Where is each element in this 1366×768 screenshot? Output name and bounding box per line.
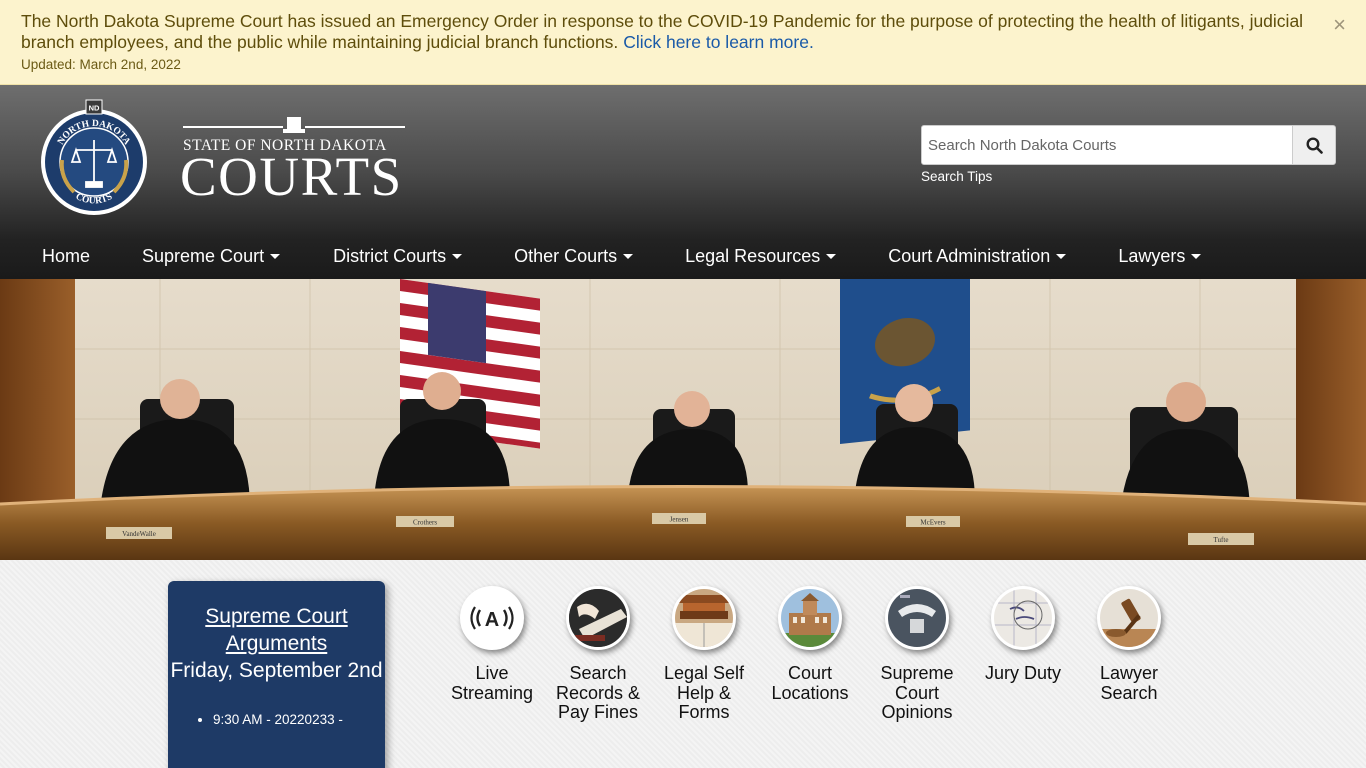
nav-label: Home (42, 245, 91, 266)
arguments-title-link[interactable]: Supreme Court Arguments (168, 603, 385, 657)
nameplate: VandeWalle (122, 530, 156, 538)
quick-link-label: Lawyer Search (1099, 663, 1159, 703)
home-content: Supreme Court Arguments Friday, Septembe… (0, 560, 1366, 768)
supreme-court-arguments-card: Supreme Court Arguments Friday, Septembe… (168, 581, 385, 768)
caret-down-icon (270, 253, 281, 259)
court-seal-logo[interactable]: ND NORTH DAKOTA COURTS (40, 98, 150, 218)
quick-link-label: Court Locations (771, 663, 849, 703)
records-icon (566, 586, 630, 650)
quick-link-jury-duty[interactable]: Jury Duty (973, 586, 1073, 684)
wordmark-courts: COURTS (180, 146, 403, 207)
arguments-date: Friday, September 2nd (170, 659, 383, 682)
nav-label: District Courts (333, 245, 447, 266)
alert-message: The North Dakota Supreme Court has issue… (21, 11, 1306, 53)
capitol-icon (183, 117, 405, 133)
alert-learn-more-link[interactable]: Click here to learn more. (623, 32, 814, 52)
quick-link-legal-self-help[interactable]: Legal Self Help & Forms (654, 586, 754, 723)
quick-link-label: Search Records & Pay Fines (555, 663, 641, 722)
search-input[interactable] (921, 125, 1293, 165)
nav-lawyers[interactable]: Lawyers (1118, 245, 1202, 267)
close-icon[interactable]: × (1333, 14, 1346, 36)
courts-wordmark[interactable]: STATE OF NORTH DAKOTA COURTS (180, 115, 410, 205)
quick-link-search-records[interactable]: Search Records & Pay Fines (548, 586, 648, 723)
nav-label: Legal Resources (685, 245, 821, 266)
nameplate: McEvers (920, 519, 946, 527)
nameplate: Crothers (413, 519, 437, 527)
caret-down-icon (1191, 253, 1202, 259)
quick-link-lawyer-search[interactable]: Lawyer Search (1079, 586, 1179, 703)
caret-down-icon (826, 253, 837, 259)
live-stream-icon: A (460, 586, 524, 650)
nav-label: Lawyers (1118, 245, 1186, 266)
site-header: ND NORTH DAKOTA COURTS STATE OF NORTH DA… (0, 85, 1366, 279)
search-button[interactable] (1292, 125, 1336, 165)
quick-link-label: Jury Duty (984, 663, 1062, 683)
svg-text:A: A (485, 609, 499, 631)
search-tips-link[interactable]: Search Tips (921, 169, 992, 184)
courthouse-icon (778, 586, 842, 650)
quick-link-court-locations[interactable]: Court Locations (760, 586, 860, 703)
courtroom-illustration: VandeWalle Crothers Jensen McEvers Tufte (0, 279, 1366, 560)
nav-supreme-court[interactable]: Supreme Court (142, 245, 281, 267)
arguments-list: 9:30 AM - 20220233 - (168, 712, 385, 727)
covid-alert-banner: The North Dakota Supreme Court has issue… (0, 0, 1366, 85)
calendar-icon (991, 586, 1055, 650)
alert-updated-date: Updated: March 2nd, 2022 (21, 57, 181, 72)
nav-court-administration[interactable]: Court Administration (888, 245, 1067, 267)
nav-legal-resources[interactable]: Legal Resources (685, 245, 837, 267)
nameplate: Jensen (670, 516, 689, 524)
search-bar (921, 125, 1336, 165)
nav-label: Supreme Court (142, 245, 265, 266)
gavel-icon (1097, 586, 1161, 650)
nav-other-courts[interactable]: Other Courts (514, 245, 634, 267)
justices-hero-photo: VandeWalle Crothers Jensen McEvers Tufte (0, 279, 1366, 560)
quick-link-label: Supreme Court Opinions (880, 663, 954, 722)
nav-home[interactable]: Home (42, 246, 90, 267)
search-icon (1305, 136, 1323, 154)
argument-item[interactable]: 9:30 AM - 20220233 - (213, 712, 385, 727)
quick-link-live-streaming[interactable]: A Live Streaming (442, 586, 542, 703)
main-nav: Home Supreme Court District Courts Other… (0, 233, 1366, 279)
quick-link-label: Legal Self Help & Forms (663, 663, 745, 722)
quick-link-supreme-court-opinions[interactable]: Supreme Court Opinions (867, 586, 967, 723)
nav-label: Other Courts (514, 245, 618, 266)
opinions-icon (885, 586, 949, 650)
caret-down-icon (623, 253, 634, 259)
quick-link-label: Live Streaming (450, 663, 534, 703)
nameplate: Tufte (1214, 536, 1229, 544)
books-icon (672, 586, 736, 650)
seal-badge: ND (89, 104, 100, 113)
nav-district-courts[interactable]: District Courts (333, 245, 463, 267)
caret-down-icon (452, 253, 463, 259)
nav-label: Court Administration (888, 245, 1051, 266)
caret-down-icon (1056, 253, 1067, 259)
